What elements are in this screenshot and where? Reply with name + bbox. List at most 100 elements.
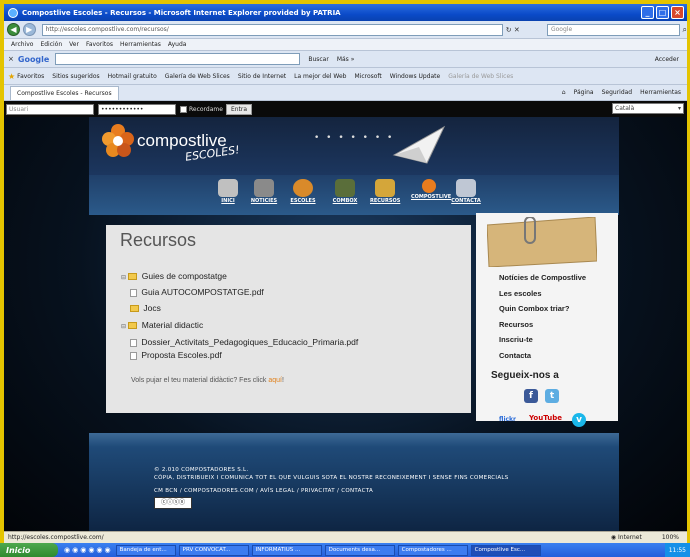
site-footer: [89, 433, 619, 531]
language-select[interactable]: Català ▾: [612, 103, 684, 114]
main-content: [106, 225, 471, 413]
start-button[interactable]: Inicio: [0, 543, 58, 557]
forward-button[interactable]: ▶: [22, 23, 36, 36]
tree-file-dossier[interactable]: Dossier_Activitats_Pedagogiques_Educacio…: [130, 337, 358, 347]
page-title: Recursos: [120, 230, 197, 250]
minimize-button[interactable]: _: [641, 6, 654, 19]
tree-file-proposta[interactable]: Proposta Escoles.pdf: [130, 350, 222, 360]
menu-edicion[interactable]: Edición: [40, 41, 62, 48]
creative-commons-icon[interactable]: ⓒⓘⓢⓞ: [154, 497, 192, 509]
pencils-icon: [375, 179, 395, 197]
fav-windows-update[interactable]: Windows Update: [390, 73, 440, 80]
compost-box-icon: [335, 179, 355, 197]
home-icon: [218, 179, 238, 197]
favorites-bar: ★ Favoritos Sitios sugeridos Hotmail gra…: [4, 68, 687, 85]
footer-links[interactable]: CM BCN / COMPOSTADORES.COM / AVÍS LEGAL …: [154, 488, 373, 494]
sidebar-link-escoles[interactable]: Les escoles: [499, 289, 542, 298]
sidebar-link-contacta[interactable]: Contacta: [499, 351, 531, 360]
fav-sitio-internet[interactable]: Sitio de Internet: [238, 73, 286, 80]
status-url: http://escoles.compostlive.com/: [8, 534, 104, 541]
window-titlebar: Compostlive Escoles - Recursos - Microso…: [4, 4, 687, 21]
task-prv[interactable]: PRV CONVOCAT...: [178, 544, 249, 556]
pdf-file-icon: [130, 288, 137, 297]
sidebar-link-combox[interactable]: Quin Combox triar?: [499, 304, 569, 313]
fav-galeria[interactable]: Galería de Web Slices: [165, 73, 230, 80]
tree-folder-jocs[interactable]: Jocs: [130, 303, 161, 313]
expand-icon[interactable]: ⊟: [121, 324, 126, 330]
menu-ver[interactable]: Ver: [69, 41, 79, 48]
nav-compostlive[interactable]: COMPOSTLIVE: [411, 179, 451, 207]
quick-launch-icons[interactable]: ◉◉◉◉◉◉: [64, 546, 113, 554]
task-compostlive[interactable]: Compostlive Esc...: [470, 544, 541, 556]
nav-escoles[interactable]: ESCOLES: [288, 179, 318, 207]
close-toolbar-icon[interactable]: ×: [8, 55, 14, 63]
sidebar-link-noticies[interactable]: Notícies de Compostlive: [499, 273, 586, 282]
tree-folder-material[interactable]: ⊟ Material didactic: [121, 320, 203, 330]
tree-folder-guies[interactable]: ⊟ Guies de compostatge: [121, 271, 227, 281]
nav-noticies[interactable]: NOTICIES: [249, 179, 279, 207]
google-search-input[interactable]: [55, 53, 301, 65]
maximize-button[interactable]: □: [656, 6, 669, 19]
status-bar: http://escoles.compostlive.com/ ◉ Intern…: [4, 531, 687, 543]
menu-archivo[interactable]: Archivo: [11, 41, 33, 48]
sidebar-link-recursos[interactable]: Recursos: [499, 320, 533, 329]
enter-button[interactable]: Entra: [225, 103, 253, 115]
task-bandeja[interactable]: Bandeja de ent...: [115, 544, 176, 556]
fav-mejor-web[interactable]: La mejor del Web: [294, 73, 346, 80]
envelope-icon: [456, 179, 476, 197]
zoom-level[interactable]: 100%: [662, 534, 679, 541]
fav-microsoft[interactable]: Microsoft: [354, 73, 381, 80]
youtube-icon[interactable]: YouTube: [529, 414, 562, 422]
google-search-button[interactable]: Buscar: [308, 56, 329, 63]
remember-checkbox[interactable]: [180, 105, 187, 113]
fav-hotmail[interactable]: Hotmail gratuito: [108, 73, 157, 80]
internet-zone: ◉ Internet: [610, 534, 642, 541]
nav-inici[interactable]: INICI: [213, 179, 243, 207]
nav-combox[interactable]: COMBOX: [330, 179, 360, 207]
fav-sitios-sugeridos[interactable]: Sitios sugeridos: [52, 73, 99, 80]
expand-icon[interactable]: ⊟: [121, 275, 126, 281]
tree-file-guia[interactable]: Guia AUTOCOMPOSTATGE.pdf: [130, 287, 264, 297]
tool-herramientas[interactable]: Herramientas: [640, 89, 681, 96]
upload-prompt: Vols pujar el teu material didàctic? Fes…: [131, 377, 284, 384]
tab-compostlive[interactable]: Compostlive Escoles - Recursos: [10, 85, 119, 100]
facebook-icon[interactable]: f: [524, 389, 538, 403]
folder-icon: [128, 273, 138, 281]
fav-web-slices[interactable]: Galería de Web Slices: [448, 73, 513, 80]
folder-icon: [128, 322, 138, 330]
upload-link[interactable]: aquí: [268, 377, 282, 384]
google-more-button[interactable]: Más »: [337, 56, 355, 63]
search-box[interactable]: Google: [546, 23, 680, 36]
navigation-bar: ◀ ▶ http://escoles.compostlive.com/recur…: [4, 21, 687, 39]
task-informatius[interactable]: INFORMATIUS ...: [251, 544, 322, 556]
task-compostadores[interactable]: Compostadores ...: [397, 544, 468, 556]
taskbar: Inicio ◉◉◉◉◉◉ Bandeja de ent... PRV CONV…: [0, 543, 690, 557]
tool-seguridad[interactable]: Seguridad: [602, 89, 633, 96]
favorites-button[interactable]: Favoritos: [17, 73, 44, 80]
footer-license: CÒPIA, DISTRIBUEIX I COMUNICA TOT EL QUE…: [154, 475, 509, 481]
menu-ayuda[interactable]: Ayuda: [168, 41, 187, 48]
page-viewport: compostlive ESCOLES! • • • • • • • INICI…: [4, 117, 687, 531]
login-bar: Usuari •••••••••••• Recordame Entra Cata…: [4, 101, 687, 117]
menu-favoritos[interactable]: Favoritos: [86, 41, 113, 48]
refresh-stop-icons[interactable]: ↻ ✕: [506, 26, 545, 34]
address-bar[interactable]: http://escoles.compostlive.com/recursos/: [41, 23, 503, 36]
google-signin-link[interactable]: Acceder: [655, 56, 679, 63]
menu-herramientas[interactable]: Herramientas: [120, 41, 161, 48]
username-input[interactable]: Usuari: [6, 103, 94, 115]
sidebar-link-inscriu[interactable]: Inscriu-te: [499, 335, 533, 344]
tool-pagina[interactable]: Página: [574, 89, 594, 96]
nav-recursos[interactable]: RECURSOS: [370, 179, 400, 207]
close-button[interactable]: ×: [671, 6, 684, 19]
search-icon[interactable]: ⌕: [683, 25, 687, 35]
task-documents[interactable]: Documents desa...: [324, 544, 395, 556]
back-button[interactable]: ◀: [7, 23, 20, 36]
vimeo-icon[interactable]: v: [572, 413, 586, 427]
home-icon[interactable]: ⌂: [562, 89, 566, 96]
footer-copyright: © 2.010 COMPOSTADORES S.L.: [154, 467, 249, 473]
clock: 11:55: [668, 546, 686, 554]
nav-contacta[interactable]: CONTACTA: [451, 179, 481, 207]
twitter-icon[interactable]: t: [545, 389, 559, 403]
flickr-icon[interactable]: flickr: [499, 416, 516, 423]
password-input[interactable]: ••••••••••••: [98, 103, 176, 115]
